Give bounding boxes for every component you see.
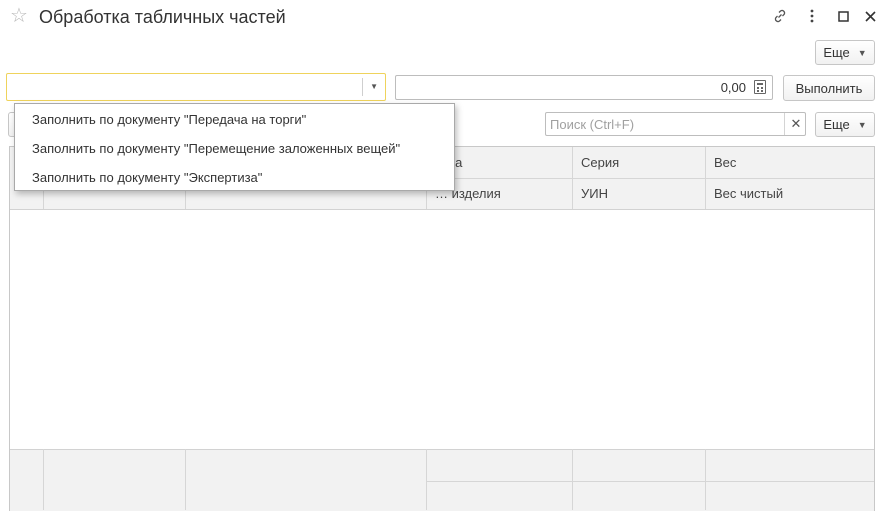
column-divider bbox=[185, 449, 186, 510]
column-divider bbox=[705, 449, 706, 510]
clear-search-icon[interactable]: ✕ bbox=[784, 113, 807, 135]
window-title: Обработка табличных частей bbox=[39, 7, 286, 27]
kebab-menu-icon[interactable] bbox=[804, 6, 820, 26]
more-button-table[interactable]: Еще ▼ bbox=[815, 112, 875, 137]
execute-button[interactable]: Выполнить bbox=[783, 75, 875, 101]
more-button-label: Еще bbox=[823, 45, 850, 60]
operation-dropdown-list: Заполнить по документу "Передача на торг… bbox=[14, 103, 455, 191]
search-input[interactable] bbox=[546, 113, 786, 135]
data-table[interactable]: …ба Серия Вес … изделия УИН Вес чистый bbox=[9, 146, 875, 511]
column-header-series[interactable]: Серия bbox=[581, 155, 619, 170]
column-divider bbox=[705, 147, 706, 209]
dropdown-item-transfer-to-auction[interactable]: Заполнить по документу "Передача на торг… bbox=[15, 105, 454, 134]
more-button-label: Еще bbox=[823, 117, 850, 132]
column-divider bbox=[572, 449, 573, 510]
table-body[interactable] bbox=[10, 209, 874, 449]
column-header-uin[interactable]: УИН bbox=[581, 186, 608, 201]
column-header-weight[interactable]: Вес bbox=[714, 155, 736, 170]
dropdown-arrow-icon[interactable]: ▼ bbox=[370, 79, 378, 95]
table-footer bbox=[10, 449, 874, 511]
more-button-top[interactable]: Еще ▼ bbox=[815, 40, 875, 65]
column-divider bbox=[572, 147, 573, 209]
link-icon[interactable] bbox=[772, 6, 788, 26]
operation-select-field[interactable]: ▼ bbox=[6, 73, 386, 101]
chevron-down-icon: ▼ bbox=[857, 119, 867, 130]
favorite-star-icon[interactable]: ☆ bbox=[10, 5, 28, 27]
close-icon[interactable] bbox=[862, 6, 878, 26]
chevron-down-icon: ▼ bbox=[857, 47, 867, 58]
search-field[interactable]: ✕ bbox=[545, 112, 806, 136]
combo-separator bbox=[362, 78, 363, 96]
footer-row-divider bbox=[426, 481, 874, 482]
calculator-icon[interactable] bbox=[754, 80, 766, 94]
dropdown-item-pledged-items-move[interactable]: Заполнить по документу "Перемещение зало… bbox=[15, 134, 454, 163]
maximize-icon[interactable] bbox=[835, 6, 851, 26]
column-divider bbox=[426, 449, 427, 510]
header-row-divider bbox=[426, 178, 874, 179]
amount-value: 0,00 bbox=[720, 80, 746, 95]
amount-field[interactable]: 0,00 bbox=[395, 75, 773, 100]
column-divider bbox=[43, 449, 44, 510]
dropdown-item-expertise[interactable]: Заполнить по документу "Экспертиза" bbox=[15, 163, 454, 192]
column-header-net-weight[interactable]: Вес чистый bbox=[714, 186, 783, 201]
